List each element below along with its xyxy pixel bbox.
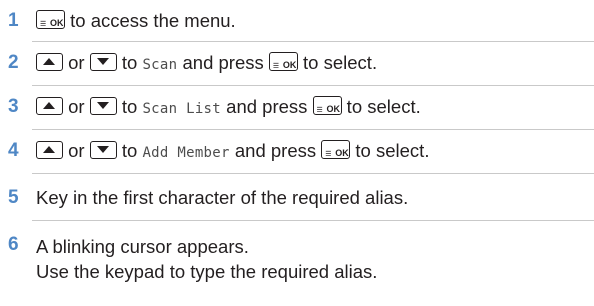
step-1: 1 ☰ OK to access the menu. bbox=[0, 2, 594, 40]
menu-ok-key-icon: ☰ OK bbox=[36, 10, 65, 29]
step-text-segment: to bbox=[116, 96, 143, 117]
step-text-segment: to access the menu. bbox=[65, 10, 236, 31]
step-text: or to Add Member and press ☰ OK to select… bbox=[36, 140, 592, 164]
step-number: 1 bbox=[8, 10, 19, 31]
step-text-segment: to bbox=[116, 140, 143, 161]
step-text-segment: or bbox=[63, 52, 90, 73]
menu-item-name: Scan List bbox=[142, 101, 222, 117]
menu-ok-key-icon: ☰ OK bbox=[312, 96, 342, 115]
menu-item-name: Scan bbox=[142, 57, 178, 73]
step-number: 4 bbox=[8, 140, 19, 161]
step-text: or to Scan List and press ☰ OK to select. bbox=[36, 96, 592, 120]
step-2: 2 or to Scan and press ☰ OK to select. bbox=[0, 44, 594, 84]
step-number: 6 bbox=[8, 234, 19, 255]
separator bbox=[32, 41, 594, 42]
step-text-segment: and press bbox=[177, 52, 269, 73]
menu-item-name: Add Member bbox=[142, 145, 230, 161]
up-arrow-key-icon bbox=[36, 141, 63, 159]
down-arrow-key-icon bbox=[89, 141, 117, 159]
menu-ok-key-icon: ☰ OK bbox=[268, 52, 298, 71]
separator bbox=[32, 173, 594, 174]
step-text-segment: or bbox=[63, 96, 90, 117]
step-5: 5 Key in the first character of the requ… bbox=[0, 178, 594, 218]
separator bbox=[32, 129, 594, 130]
step-text-segment: or bbox=[63, 140, 90, 161]
step-text-segment: to select. bbox=[297, 52, 378, 73]
step-text-line: Use the keypad to type the required alia… bbox=[36, 261, 378, 282]
step-text-line: A blinking cursor appears. bbox=[36, 236, 249, 257]
step-text-segment: to select. bbox=[341, 96, 421, 117]
separator bbox=[32, 220, 594, 221]
step-4: 4 or to Add Member and press ☰ OK to sele… bbox=[0, 132, 594, 172]
step-3: 3 or to Scan List and press ☰ OK to selec… bbox=[0, 88, 594, 128]
step-text-segment: to select. bbox=[350, 140, 430, 161]
step-text: or to Scan and press ☰ OK to select. bbox=[36, 52, 592, 76]
step-number: 2 bbox=[8, 52, 19, 73]
step-text-segment: to bbox=[116, 52, 143, 73]
up-arrow-key-icon bbox=[36, 53, 63, 71]
step-6: 6 A blinking cursor appears. Use the key… bbox=[0, 226, 594, 302]
separator bbox=[32, 85, 594, 86]
step-number: 3 bbox=[8, 96, 19, 117]
step-text: A blinking cursor appears. Use the keypa… bbox=[36, 234, 592, 284]
step-number: 5 bbox=[8, 187, 19, 208]
menu-ok-key-icon: ☰ OK bbox=[321, 140, 351, 159]
step-text-segment: and press bbox=[221, 96, 313, 117]
step-text: ☰ OK to access the menu. bbox=[36, 10, 592, 31]
up-arrow-key-icon bbox=[36, 97, 63, 115]
step-text: Key in the first character of the requir… bbox=[36, 187, 409, 208]
step-text-segment: and press bbox=[229, 140, 322, 161]
down-arrow-key-icon bbox=[89, 97, 117, 115]
down-arrow-key-icon bbox=[89, 53, 117, 71]
